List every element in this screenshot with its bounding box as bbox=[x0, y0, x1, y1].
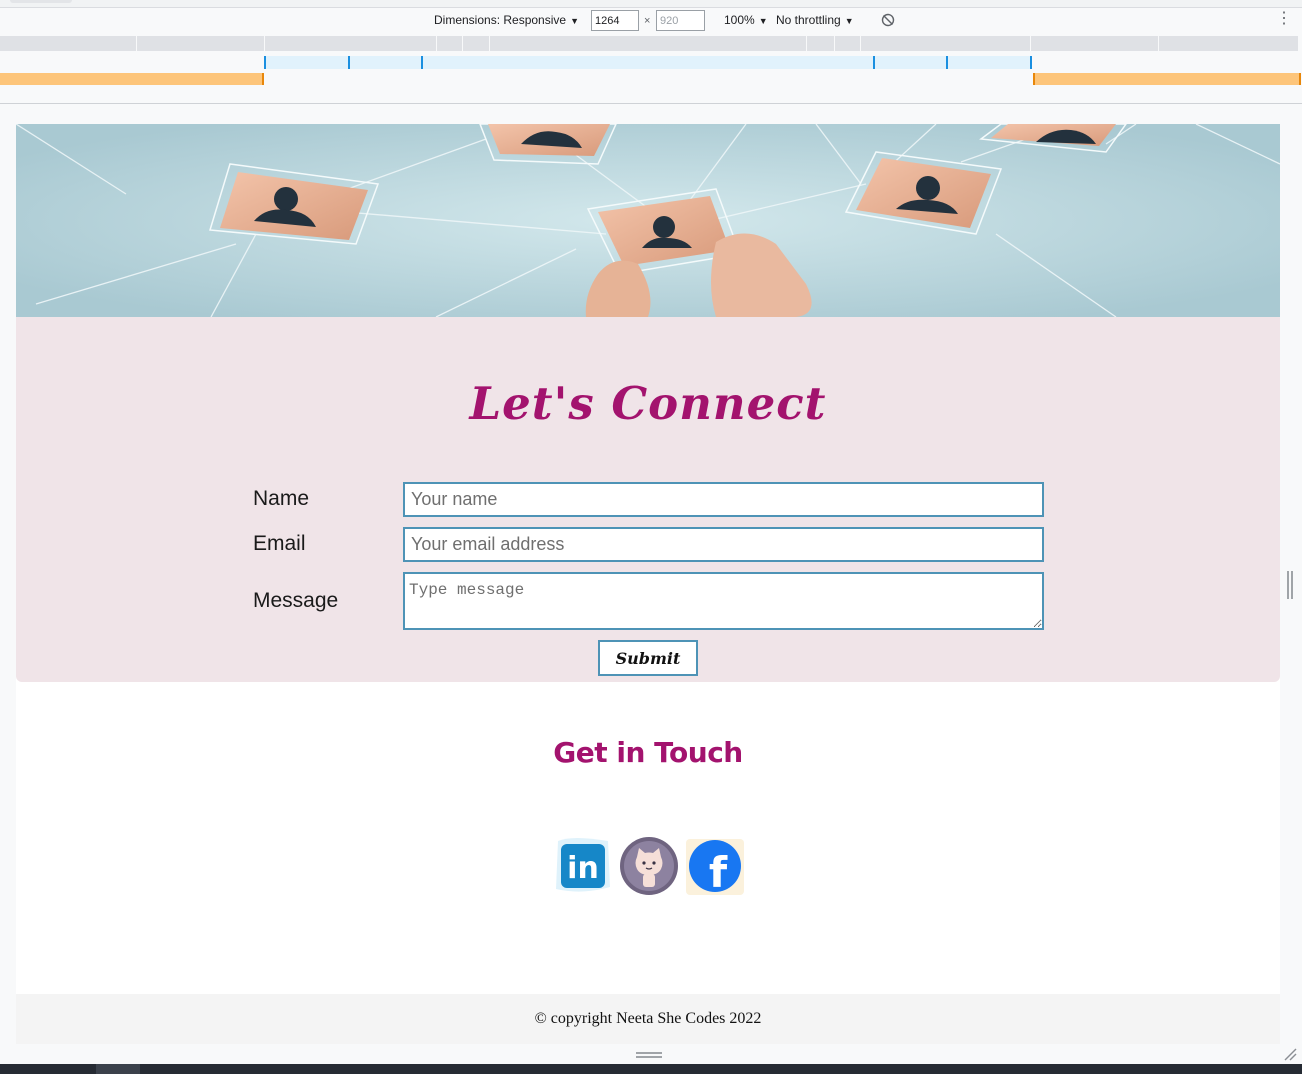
facebook-icon: f bbox=[686, 839, 744, 897]
linkedin-link[interactable]: in bbox=[552, 835, 614, 897]
contact-form-section: Let's Connect Name Email Message Submit bbox=[16, 317, 1280, 682]
rotate-icon[interactable] bbox=[880, 12, 896, 28]
get-in-touch-heading: Get in Touch bbox=[553, 736, 743, 769]
github-icon bbox=[620, 837, 678, 895]
page-footer: © copyright Neeta She Codes 2022 bbox=[16, 994, 1280, 1044]
resize-corner-icon[interactable] bbox=[1283, 1047, 1297, 1061]
throttling-label: No throttling bbox=[776, 13, 841, 27]
social-links: in f bbox=[552, 835, 746, 897]
device-toolbar: Dimensions: Responsive▼ × 100%▼ No throt… bbox=[0, 8, 1302, 34]
svg-text:in: in bbox=[567, 851, 599, 886]
hero-image bbox=[16, 124, 1280, 317]
media-query-bar-min-max[interactable] bbox=[264, 56, 1032, 69]
name-label: Name bbox=[253, 487, 310, 510]
message-textarea[interactable] bbox=[403, 572, 1044, 630]
media-query-bar-min-width-left[interactable] bbox=[0, 73, 264, 85]
zoom-dropdown[interactable]: 100% ▼ bbox=[724, 13, 768, 27]
email-label: Email bbox=[253, 532, 306, 555]
throttling-dropdown[interactable]: No throttling ▼ bbox=[776, 13, 854, 27]
resize-handle-right[interactable] bbox=[1287, 571, 1293, 599]
tab-stub[interactable] bbox=[10, 0, 72, 3]
message-label: Message bbox=[253, 589, 339, 612]
section-title: Let's Connect bbox=[469, 377, 827, 430]
svg-text:f: f bbox=[709, 848, 728, 897]
times-sign: × bbox=[644, 15, 651, 27]
name-input[interactable] bbox=[403, 482, 1044, 517]
caret-down-icon: ▼ bbox=[570, 16, 579, 26]
linkedin-icon: in bbox=[556, 838, 610, 892]
dimensions-dropdown[interactable]: Dimensions: Responsive ▼ bbox=[434, 13, 579, 27]
taskbar-active-app[interactable] bbox=[96, 1064, 140, 1074]
browser-tab-strip bbox=[0, 0, 1302, 8]
width-input[interactable] bbox=[591, 10, 639, 31]
os-taskbar bbox=[0, 1064, 1302, 1074]
submit-button[interactable]: Submit bbox=[598, 640, 698, 676]
height-input[interactable] bbox=[656, 10, 705, 31]
emulated-viewport: Let's Connect Name Email Message Submit … bbox=[16, 124, 1280, 1044]
resize-handle-bottom[interactable] bbox=[636, 1052, 662, 1058]
dimensions-label: Dimensions: Responsive bbox=[434, 13, 567, 27]
media-query-bar-min-width-right[interactable] bbox=[1033, 73, 1301, 85]
toolbar-divider bbox=[0, 103, 1302, 104]
caret-down-icon: ▼ bbox=[758, 16, 768, 26]
caret-down-icon: ▼ bbox=[844, 16, 854, 26]
facebook-link[interactable]: f bbox=[684, 835, 746, 897]
more-vert-icon[interactable]: ⋮ bbox=[1276, 11, 1292, 27]
media-query-bar-max-width[interactable] bbox=[0, 36, 1298, 51]
github-link[interactable] bbox=[618, 835, 680, 897]
zoom-label: 100% bbox=[724, 13, 755, 27]
connected-people-network-image bbox=[16, 124, 1280, 317]
email-input[interactable] bbox=[403, 527, 1044, 562]
